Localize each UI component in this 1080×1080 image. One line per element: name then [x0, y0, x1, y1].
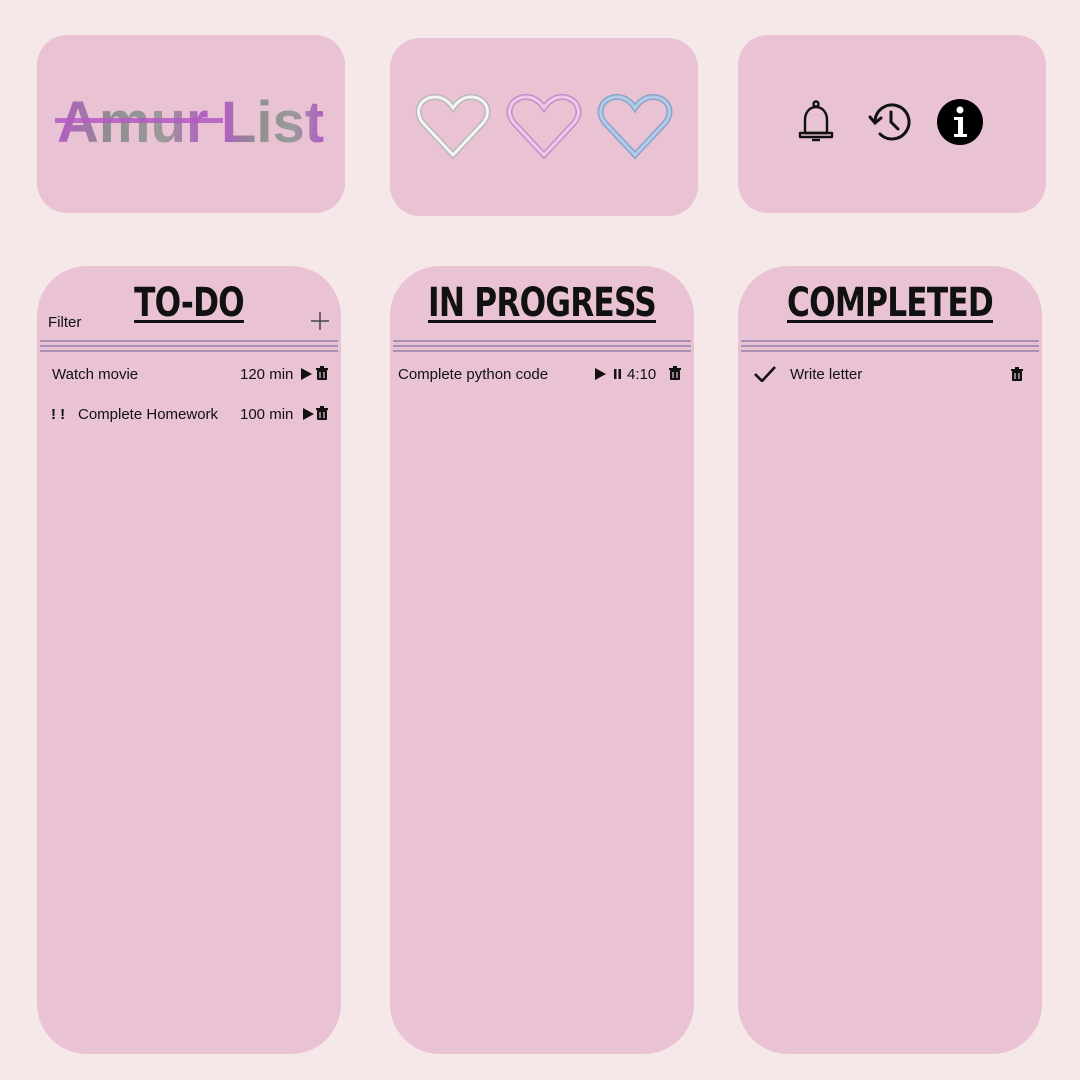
hearts-card: [390, 38, 698, 216]
blue-heart-icon[interactable]: [597, 93, 673, 161]
trash-icon[interactable]: [669, 366, 681, 380]
separator: [741, 340, 1039, 352]
play-icon[interactable]: [595, 368, 606, 380]
task-title: Complete Homework: [78, 406, 219, 423]
icons-card: [738, 35, 1046, 213]
logo-text-list: List: [221, 90, 324, 155]
completed-column: COMPLETED Write letter: [738, 266, 1042, 1054]
add-task-icon[interactable]: [311, 312, 329, 330]
trash-icon[interactable]: [1011, 367, 1023, 381]
task-duration: 120 min: [240, 366, 294, 383]
filter-button[interactable]: Filter: [48, 314, 81, 331]
task-row[interactable]: Complete python code 4:10: [390, 364, 694, 388]
task-title: Complete python code: [398, 366, 549, 383]
completed-title: COMPLETED: [786, 280, 994, 326]
play-icon[interactable]: [301, 368, 312, 380]
todo-column: TO-DO Filter Watch movie 120 min ! ! Com…: [37, 266, 341, 1054]
play-icon[interactable]: [303, 408, 314, 420]
trash-icon[interactable]: [316, 406, 328, 420]
task-row[interactable]: Watch movie 120 min: [37, 364, 341, 388]
separator: [40, 340, 338, 352]
in-progress-title: IN PROGRESS: [428, 280, 657, 326]
task-title: Write letter: [790, 366, 863, 383]
todo-title: TO-DO: [134, 280, 245, 326]
task-timer: 4:10: [627, 366, 657, 383]
task-row[interactable]: ! ! Complete Homework 100 min: [37, 404, 341, 428]
task-duration: 100 min: [240, 406, 294, 423]
pause-icon[interactable]: [614, 369, 621, 379]
checkmark-icon: [754, 366, 776, 382]
bell-icon[interactable]: [793, 99, 839, 145]
white-heart-icon[interactable]: [415, 93, 491, 161]
info-icon[interactable]: [937, 99, 983, 145]
priority-marker: ! !: [51, 406, 66, 423]
pink-heart-icon[interactable]: [506, 93, 582, 161]
task-title: Watch movie: [52, 366, 139, 383]
history-icon[interactable]: [868, 99, 914, 145]
task-row[interactable]: Write letter: [738, 364, 1042, 388]
trash-icon[interactable]: [316, 366, 328, 380]
separator: [393, 340, 691, 352]
amurlist-logo: Amur List: [55, 90, 324, 155]
logo-card: Amur List: [37, 35, 345, 213]
in-progress-column: IN PROGRESS Complete python code 4:10: [390, 266, 694, 1054]
